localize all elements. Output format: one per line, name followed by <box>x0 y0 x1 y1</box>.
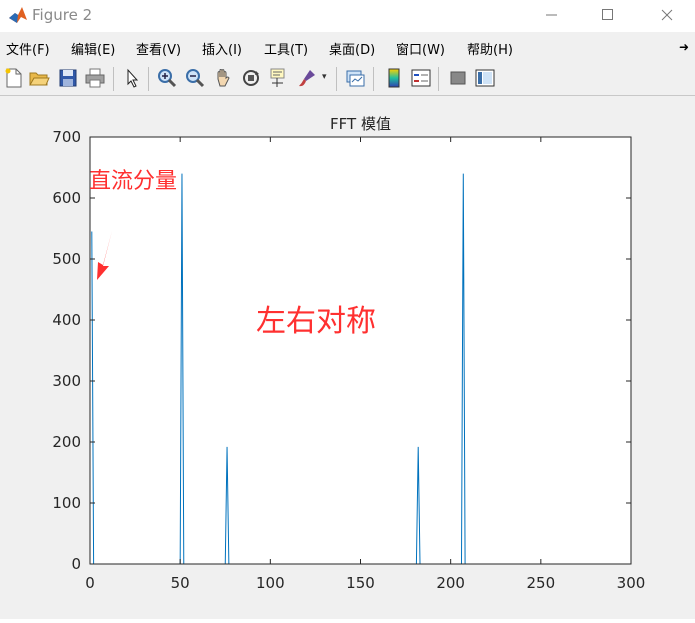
menu-bar: 文件(F) 编辑(E) 查看(V) 插入(I) 工具(T) 桌面(D) 窗口(W… <box>0 36 695 58</box>
y-tick-label: 600 <box>52 189 81 207</box>
close-icon <box>661 9 673 21</box>
menu-file[interactable]: 文件(F) <box>6 39 50 58</box>
menu-insert[interactable]: 插入(I) <box>202 39 242 58</box>
x-tick-label: 50 <box>171 574 190 592</box>
dock-arrow-icon[interactable]: ➜ <box>679 40 689 54</box>
fft-magnitude-chart: FFT 模值 0 50 100 150 200 250 300 0 100 200 300 400 50… <box>52 115 646 592</box>
close-button[interactable] <box>644 0 690 30</box>
window-title: Figure 2 <box>32 6 93 24</box>
colorbar-icon[interactable] <box>383 67 405 89</box>
menu-window[interactable]: 窗口(W) <box>396 39 445 58</box>
save-icon[interactable] <box>57 67 79 89</box>
brush-dropdown-icon[interactable]: ▾ <box>322 72 327 82</box>
axes-background <box>90 137 631 564</box>
window-bottom-edge <box>0 619 695 623</box>
toolbar-separator <box>373 67 374 91</box>
zoom-out-icon[interactable] <box>184 67 206 89</box>
zoom-in-icon[interactable] <box>156 67 178 89</box>
new-figure-icon[interactable] <box>3 67 25 89</box>
toolbar-separator <box>438 67 439 91</box>
print-icon[interactable] <box>84 67 106 89</box>
y-tick-label: 0 <box>71 555 81 573</box>
menu-help[interactable]: 帮助(H) <box>467 39 513 58</box>
y-tick-label: 200 <box>52 433 81 451</box>
x-tick-label: 150 <box>346 574 375 592</box>
symmetry-label: 左右对称 <box>256 304 376 339</box>
menu-edit[interactable]: 编辑(E) <box>71 39 115 58</box>
figure-toolbar: ▾ <box>0 62 695 96</box>
y-tick-label: 300 <box>52 372 81 390</box>
menu-tools[interactable]: 工具(T) <box>264 39 308 58</box>
pointer-icon[interactable] <box>121 67 143 89</box>
menu-desktop[interactable]: 桌面(D) <box>329 39 375 58</box>
link-plot-icon[interactable] <box>344 67 366 89</box>
y-tick-label: 100 <box>52 494 81 512</box>
x-tick-label: 250 <box>527 574 556 592</box>
toolbar-separator <box>148 67 149 91</box>
hide-plot-tools-icon[interactable] <box>447 67 469 89</box>
toolbar-separator <box>336 67 337 91</box>
brush-icon[interactable] <box>296 67 318 89</box>
figure-canvas: FFT 模值 0 50 100 150 200 250 300 0 100 200 300 400 50… <box>0 96 695 616</box>
toolbar-separator <box>113 67 114 91</box>
y-tick-label: 700 <box>52 128 81 146</box>
window-titlebar: Figure 2 <box>0 0 695 32</box>
minimize-icon <box>546 14 557 16</box>
minimize-button[interactable] <box>529 0 575 30</box>
maximize-icon <box>602 9 613 20</box>
x-tick-label: 300 <box>617 574 646 592</box>
legend-icon[interactable] <box>410 67 432 89</box>
dc-component-label: 直流分量 <box>89 169 177 194</box>
x-tick-label: 100 <box>256 574 285 592</box>
y-tick-label: 400 <box>52 311 81 329</box>
x-tick-label: 200 <box>436 574 465 592</box>
open-file-icon[interactable] <box>28 67 50 89</box>
pan-hand-icon[interactable] <box>212 67 234 89</box>
show-plot-tools-icon[interactable] <box>474 67 496 89</box>
menu-view[interactable]: 查看(V) <box>136 39 181 58</box>
maximize-button[interactable] <box>585 0 631 30</box>
rotate-3d-icon[interactable] <box>240 67 262 89</box>
chart-title: FFT 模值 <box>330 115 391 133</box>
y-tick-label: 500 <box>52 250 81 268</box>
matlab-logo-icon <box>9 7 27 23</box>
x-tick-label: 0 <box>85 574 95 592</box>
data-cursor-icon[interactable] <box>268 67 290 89</box>
